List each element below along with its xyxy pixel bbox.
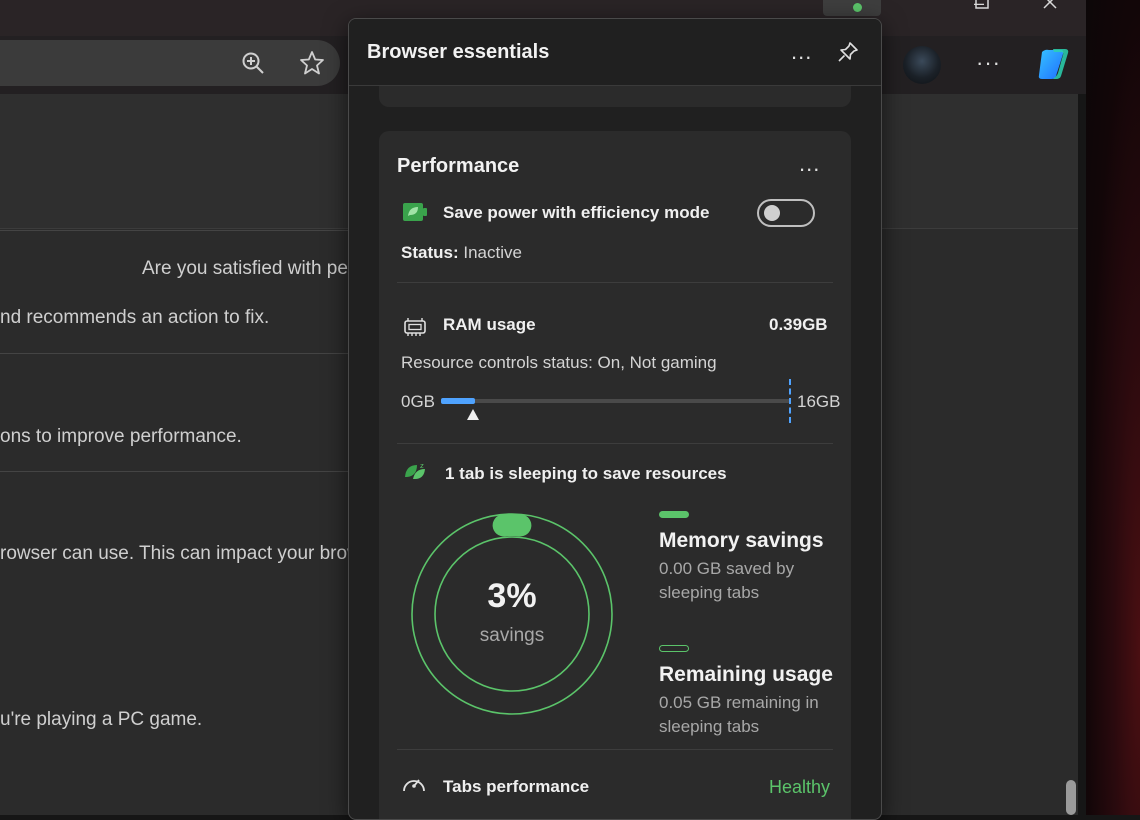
performance-title: Performance xyxy=(397,155,519,178)
memory-savings-legend-bar xyxy=(659,511,689,518)
efficiency-mode-label: Save power with efficiency mode xyxy=(443,203,709,223)
section-separator xyxy=(397,749,833,750)
restore-button[interactable] xyxy=(959,0,1005,14)
ram-current-marker xyxy=(467,409,479,420)
page-text-recommend: nd recommends an action to fix. xyxy=(0,307,269,329)
ram-usage-label: RAM usage xyxy=(443,315,536,335)
memory-savings-desc: 0.00 GB saved by sleeping tabs xyxy=(659,557,849,605)
ram-max-label: 16GB xyxy=(797,392,840,412)
sleeping-tabs-label: 1 tab is sleeping to save resources xyxy=(445,464,727,484)
restore-icon xyxy=(974,0,990,10)
panel-more-button[interactable]: ... xyxy=(791,39,812,65)
savings-percent-label: savings xyxy=(407,625,617,647)
svg-text:z: z xyxy=(420,462,424,470)
desktop-wallpaper xyxy=(1086,0,1140,815)
page-text-impact: rowser can use. This can impact your bro… xyxy=(0,543,361,565)
profile-avatar[interactable] xyxy=(903,46,941,84)
panel-header-separator xyxy=(349,85,881,86)
ram-usage-value: 0.39GB xyxy=(769,315,828,335)
favorite-star-icon[interactable] xyxy=(299,50,325,76)
page-divider xyxy=(0,230,350,231)
efficiency-status: Status: Inactive xyxy=(401,243,522,263)
remaining-usage-desc: 0.05 GB remaining in sleeping tabs xyxy=(659,691,849,739)
page-text-satisfaction: Are you satisfied with pe xyxy=(142,258,348,280)
ram-usage-bar xyxy=(441,399,791,403)
section-separator xyxy=(397,443,833,444)
browser-essentials-button[interactable] xyxy=(823,0,881,16)
memory-savings-title: Memory savings xyxy=(659,529,824,553)
page-divider xyxy=(0,353,350,354)
remaining-usage-legend-bar xyxy=(659,645,689,652)
savings-percent: 3% xyxy=(407,577,617,616)
speedometer-icon xyxy=(401,772,427,801)
tabs-performance-status: Healthy xyxy=(769,777,830,798)
page-scrollbar[interactable] xyxy=(1066,780,1076,815)
copilot-icon[interactable] xyxy=(1034,46,1072,82)
efficiency-mode-toggle[interactable] xyxy=(757,199,815,227)
page-text-improve: ons to improve performance. xyxy=(0,426,242,448)
status-value: Inactive xyxy=(463,243,522,262)
zoom-in-icon[interactable] xyxy=(240,50,266,76)
browser-essentials-panel: Browser essentials ... Performance ... S… xyxy=(348,18,882,820)
settings-more-button[interactable]: ··· xyxy=(976,50,1001,76)
ram-usage-fill xyxy=(441,398,475,404)
ram-min-label: 0GB xyxy=(401,392,435,412)
section-separator xyxy=(397,282,833,283)
resource-controls-status: Resource controls status: On, Not gaming xyxy=(401,353,717,373)
page-divider xyxy=(0,471,350,472)
pin-icon[interactable] xyxy=(837,41,859,63)
sleeping-tabs-icon: z xyxy=(403,461,429,488)
memory-chip-icon xyxy=(403,317,427,342)
tabs-performance-label: Tabs performance xyxy=(443,777,589,797)
address-bar[interactable] xyxy=(0,40,340,86)
page-text-gaming: u're playing a PC game. xyxy=(0,709,202,731)
status-label: Status: xyxy=(401,243,459,262)
ram-limit-marker xyxy=(789,379,791,423)
panel-title: Browser essentials xyxy=(367,41,549,64)
performance-card: Performance ... Save power with efficien… xyxy=(379,131,851,820)
healthy-status-dot xyxy=(853,3,862,12)
performance-more-button[interactable]: ... xyxy=(799,151,820,177)
close-icon xyxy=(1042,0,1058,10)
toggle-knob xyxy=(764,205,780,221)
leaf-battery-icon xyxy=(401,201,429,228)
close-window-button[interactable] xyxy=(1027,0,1073,14)
remaining-usage-title: Remaining usage xyxy=(659,663,833,687)
